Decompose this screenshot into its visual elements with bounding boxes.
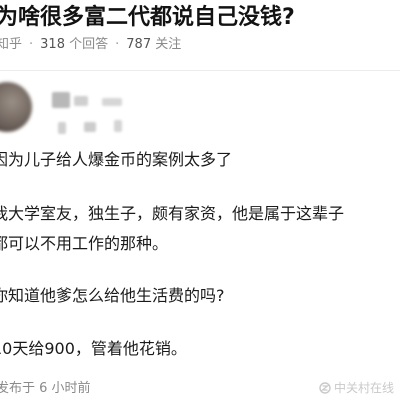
answer-paragraph-4: 10天给900，管着他花销。 bbox=[0, 339, 187, 358]
zol-logo-icon bbox=[319, 382, 331, 394]
author-name-obscured[interactable] bbox=[52, 92, 70, 108]
source-label: 知乎 bbox=[0, 37, 23, 52]
author-avatar[interactable] bbox=[0, 82, 32, 132]
author-name-obscured[interactable] bbox=[74, 96, 88, 106]
answer-screenshot: 为啥很多富二代都说自己没钱? 知乎 · 318 个回答 · 787 关注 因为儿子给人爆… bbox=[0, 0, 400, 400]
followers-label[interactable]: 关注 bbox=[155, 37, 181, 52]
answers-count[interactable]: 318 bbox=[40, 37, 65, 52]
divider bbox=[0, 70, 400, 71]
published-time: 发布于 6 小时前 bbox=[0, 381, 91, 396]
meta-separator: · bbox=[115, 37, 120, 52]
meta-separator: · bbox=[29, 37, 34, 52]
followers-count[interactable]: 787 bbox=[126, 37, 151, 52]
answer-paragraph-3: 你知道他爹怎么给他生活费的吗? bbox=[0, 286, 225, 305]
answers-label[interactable]: 个回答 bbox=[69, 37, 108, 52]
author-name-obscured[interactable] bbox=[102, 98, 122, 106]
watermark: 中关村在线 bbox=[319, 380, 394, 396]
answer-paragraph-1: 因为儿子给人爆金币的案例太多了 bbox=[0, 150, 233, 169]
question-meta: 知乎 · 318 个回答 · 787 关注 bbox=[0, 36, 181, 54]
author-bio-obscured bbox=[58, 122, 66, 134]
author-bio-obscured bbox=[114, 120, 122, 132]
question-title[interactable]: 为啥很多富二代都说自己没钱? bbox=[0, 4, 295, 32]
author-bio-obscured bbox=[84, 122, 96, 132]
answer-paragraph-2-cont: 都可以不用工作的那种。 bbox=[0, 234, 169, 253]
answer-paragraph-2: 我大学室友，独生子，颇有家资，他是属于这辈子 bbox=[0, 204, 345, 223]
watermark-text: 中关村在线 bbox=[333, 381, 394, 395]
